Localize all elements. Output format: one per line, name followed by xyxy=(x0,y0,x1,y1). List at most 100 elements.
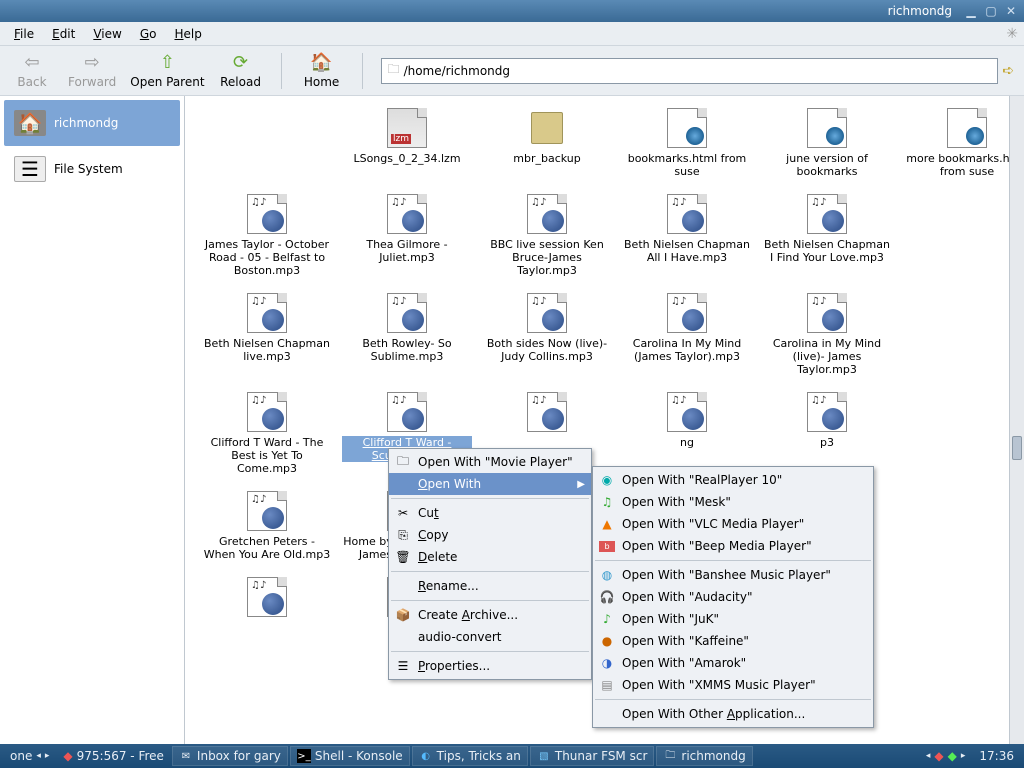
audacity-icon: 🎧 xyxy=(599,590,615,604)
sm-realplayer[interactable]: ◉Open With "RealPlayer 10" xyxy=(593,469,873,491)
taskbar-btn-tips[interactable]: ◐Tips, Tricks an xyxy=(412,746,528,766)
taskbar-tray[interactable]: ◂ ◆ ◆ ▸ xyxy=(920,746,972,766)
browser-icon: ◐ xyxy=(419,749,433,763)
file-item[interactable]: ♫♪James Taylor - October Road - 05 - Bel… xyxy=(197,190,337,281)
open-parent-button[interactable]: ⇧Open Parent xyxy=(130,52,204,89)
trash-icon: 🗑 xyxy=(395,550,411,564)
file-item[interactable]: ♫♪BBC live session Ken Bruce-James Taylo… xyxy=(477,190,617,281)
file-item[interactable]: more bookmarks.html from suse xyxy=(897,104,1009,182)
menu-help[interactable]: Help xyxy=(166,24,209,44)
file-item[interactable]: ♫♪Beth Rowley- So Sublime.mp3 xyxy=(337,289,477,380)
menu-file[interactable]: File xyxy=(6,24,42,44)
path-input[interactable]: 🗀 /home/richmondg xyxy=(381,58,999,84)
audio-file-icon: ♫♪ xyxy=(807,392,847,432)
menu-view[interactable]: View xyxy=(85,24,129,44)
html-file-icon xyxy=(807,108,847,148)
file-label: p3 xyxy=(820,436,834,449)
sm-kaffeine[interactable]: ●Open With "Kaffeine" xyxy=(593,630,873,652)
cm-open-with-movie[interactable]: 🗀Open With "Movie Player" xyxy=(389,451,591,473)
close-icon[interactable]: ✕ xyxy=(1002,3,1020,19)
cm-audio-convert[interactable]: audio-convert xyxy=(389,626,591,648)
sidebar-item-home[interactable]: 🏠 richmondg xyxy=(4,100,180,146)
home-button[interactable]: 🏠Home xyxy=(300,52,344,89)
file-item[interactable]: ♫♪ Carolina in My Mind (live)- James Tayl… xyxy=(757,289,897,380)
file-item[interactable]: lzmLSongs_0_2_34.lzm xyxy=(337,104,477,182)
cm-create-archive[interactable]: 📦Create Archive... xyxy=(389,604,591,626)
taskbar: one ◂ ▸ ◆ 975:567 - Free ✉Inbox for gary… xyxy=(0,744,1024,768)
folder-icon: 🗀 xyxy=(663,749,677,763)
taskbar-btn-thunar[interactable]: ▧Thunar FSM scr xyxy=(530,746,655,766)
copy-icon: ⎘ xyxy=(395,528,411,543)
audio-file-icon: ♫♪ xyxy=(527,194,567,234)
audio-file-icon: ♫♪ xyxy=(247,194,287,234)
file-item[interactable]: ♫♪Beth Nielsen Chapman I Find Your Love.… xyxy=(757,190,897,281)
taskbar-clock[interactable]: 17:36 xyxy=(973,746,1020,766)
vertical-scrollbar[interactable] xyxy=(1009,96,1024,744)
sm-beep[interactable]: bOpen With "Beep Media Player" xyxy=(593,535,873,557)
menu-go[interactable]: Go xyxy=(132,24,165,44)
file-item[interactable]: june version of bookmarks xyxy=(757,104,897,182)
sidebar: 🏠 richmondg ☰ File System xyxy=(0,96,185,744)
sm-banshee[interactable]: ◍Open With "Banshee Music Player" xyxy=(593,564,873,586)
audio-file-icon: ♫♪ xyxy=(667,392,707,432)
go-button-icon[interactable]: ➪ xyxy=(1002,63,1014,79)
sm-other-app[interactable]: Open With Other Application... xyxy=(593,703,873,725)
sm-mesk[interactable]: ♫Open With "Mesk" xyxy=(593,491,873,513)
file-label: Carolina in My Mind (live)- James Taylor… xyxy=(762,337,892,376)
html-file-icon xyxy=(947,108,987,148)
sm-juk[interactable]: ♪Open With "JuK" xyxy=(593,608,873,630)
cm-open-with[interactable]: Open With▶ xyxy=(389,473,591,495)
audio-file-icon: ♫♪ xyxy=(667,293,707,333)
audio-file-icon: ♫♪ xyxy=(807,194,847,234)
sm-audacity[interactable]: 🎧Open With "Audacity" xyxy=(593,586,873,608)
audio-file-icon: ♫♪ xyxy=(667,194,707,234)
file-item[interactable]: ♫♪Carolina In My Mind (James Taylor).mp3 xyxy=(617,289,757,380)
file-item[interactable]: mbr_backup xyxy=(477,104,617,182)
cm-copy[interactable]: ⎘Copy xyxy=(389,524,591,546)
file-item[interactable]: ♫♪Clifford T Ward - The Best is Yet To C… xyxy=(197,388,337,479)
file-label: ng xyxy=(680,436,694,449)
taskbar-btn-inbox[interactable]: ✉Inbox for gary xyxy=(172,746,288,766)
file-item[interactable] xyxy=(897,573,1009,621)
scrollbar-thumb[interactable] xyxy=(1012,436,1022,460)
back-button[interactable]: ⇦Back xyxy=(10,52,54,89)
sm-xmms[interactable]: ▤Open With "XMMS Music Player" xyxy=(593,674,873,696)
cm-properties[interactable]: ☰Properties... xyxy=(389,655,591,677)
maximize-icon[interactable]: ▢ xyxy=(982,3,1000,19)
file-item[interactable]: ♫♪Both sides Now (live)- Judy Collins.mp… xyxy=(477,289,617,380)
menu-edit[interactable]: Edit xyxy=(44,24,83,44)
sm-vlc[interactable]: ▲Open With "VLC Media Player" xyxy=(593,513,873,535)
taskbar-workspace[interactable]: one ◂ ▸ xyxy=(4,746,55,766)
forward-button[interactable]: ⇨Forward xyxy=(68,52,116,89)
sidebar-item-filesystem[interactable]: ☰ File System xyxy=(4,146,180,192)
separator xyxy=(281,53,282,89)
file-item[interactable]: bookmarks.html from suse xyxy=(617,104,757,182)
taskbar-btn-shell[interactable]: >_Shell - Konsole xyxy=(290,746,410,766)
amarok-icon: ◑ xyxy=(599,656,615,670)
audio-file-icon: ♫♪ xyxy=(387,293,427,333)
arrow-left-icon: ⇦ xyxy=(24,52,39,73)
image-icon: ▧ xyxy=(537,749,551,763)
separator xyxy=(362,53,363,89)
audio-file-icon: ♫♪ xyxy=(807,293,847,333)
toolbar: ⇦Back ⇨Forward ⇧Open Parent ⟳Reload 🏠Hom… xyxy=(0,46,1024,96)
cm-cut[interactable]: ✂Cut xyxy=(389,502,591,524)
minimize-icon[interactable]: ▁ xyxy=(962,3,980,19)
file-item[interactable]: ♫♪ xyxy=(197,573,337,621)
taskbar-btn-richmondg[interactable]: 🗀richmondg xyxy=(656,746,752,766)
separator xyxy=(595,560,871,561)
file-label: Clifford T Ward - The Best is Yet To Com… xyxy=(202,436,332,475)
cm-rename[interactable]: Rename... xyxy=(389,575,591,597)
sm-amarok[interactable]: ◑Open With "Amarok" xyxy=(593,652,873,674)
html-file-icon xyxy=(667,108,707,148)
banshee-icon: ◍ xyxy=(599,568,615,582)
file-item[interactable]: ♫♪Beth Nielsen Chapman All I Have.mp3 xyxy=(617,190,757,281)
cm-delete[interactable]: 🗑Delete xyxy=(389,546,591,568)
mesk-icon: ♫ xyxy=(599,495,615,509)
file-item[interactable]: ♫♪Thea Gilmore - Juliet.mp3 xyxy=(337,190,477,281)
reload-button[interactable]: ⟳Reload xyxy=(219,52,263,89)
file-item[interactable]: ♫♪Gretchen Peters - When You Are Old.mp3 xyxy=(197,487,337,565)
file-item[interactable]: ♫♪Beth Nielsen Chapman live.mp3 xyxy=(197,289,337,380)
taskbar-mem[interactable]: ◆ 975:567 - Free xyxy=(57,746,170,766)
scissors-icon: ✂ xyxy=(395,506,411,520)
